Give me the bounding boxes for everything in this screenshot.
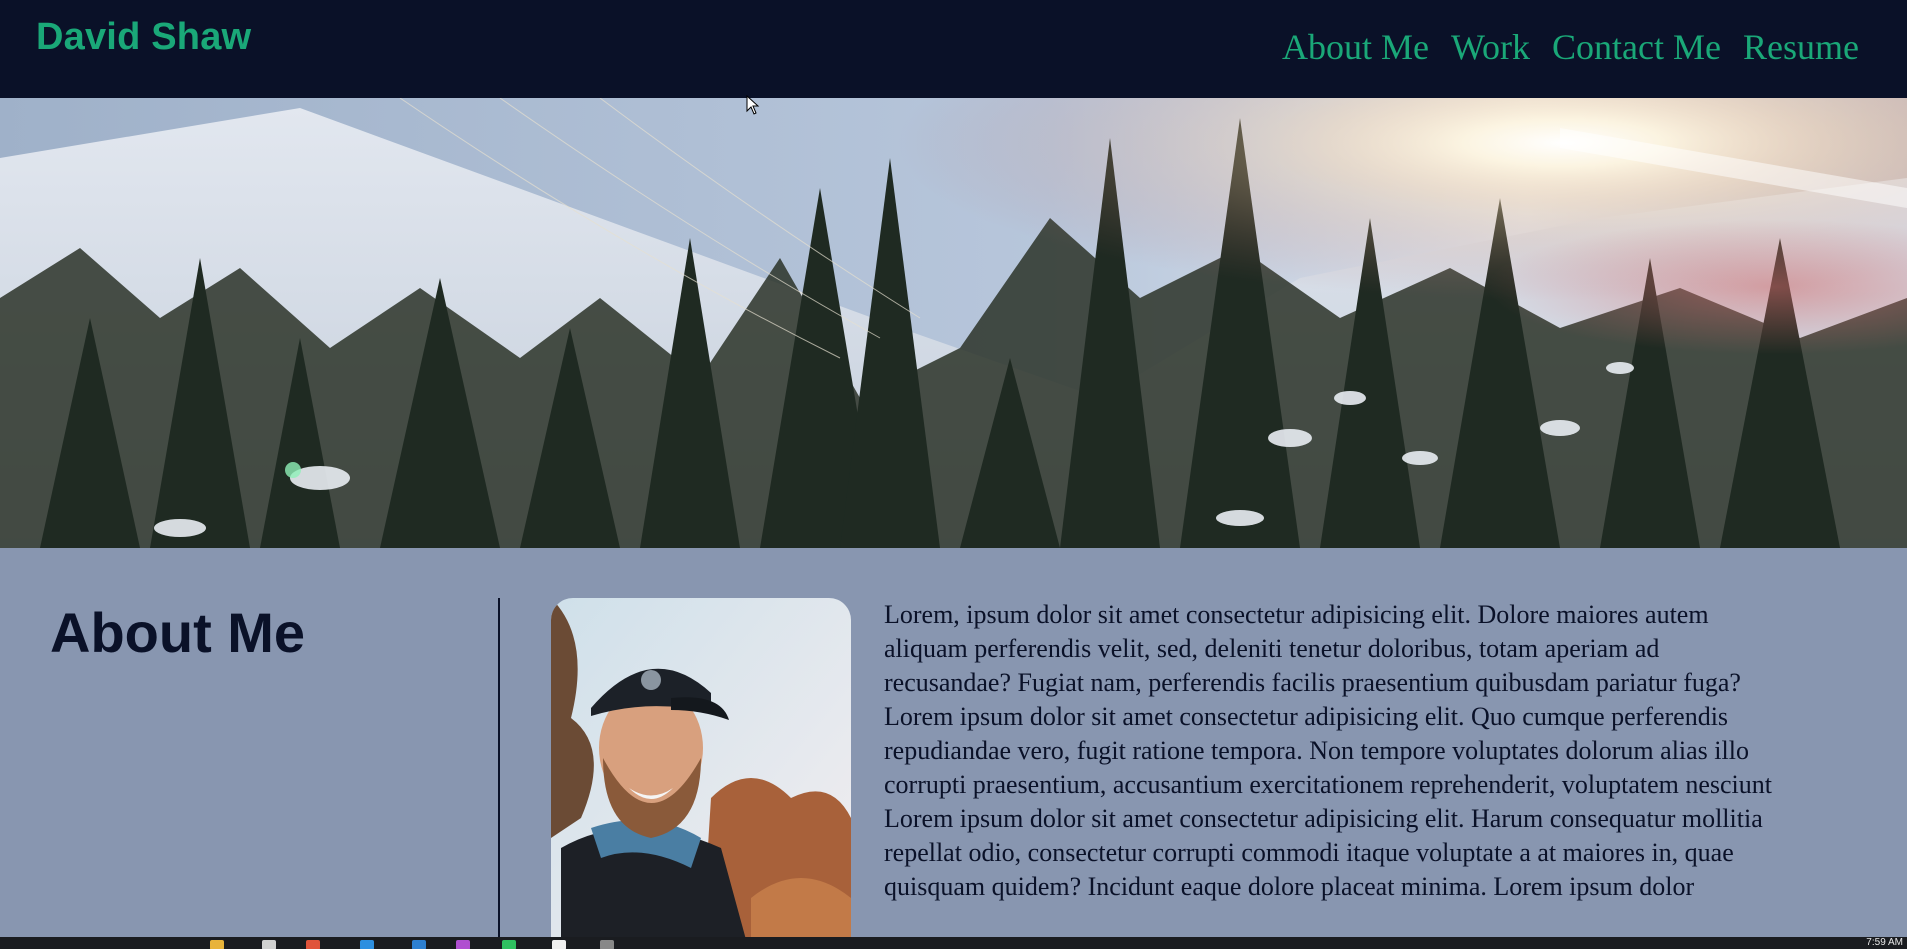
main-nav: About Me Work Contact Me Resume bbox=[1282, 26, 1859, 68]
nav-work[interactable]: Work bbox=[1451, 26, 1530, 68]
nav-about-me[interactable]: About Me bbox=[1282, 26, 1429, 68]
site-header: David Shaw About Me Work Contact Me Resu… bbox=[0, 0, 1907, 98]
section-divider bbox=[498, 598, 500, 937]
brand-link[interactable]: David Shaw bbox=[36, 16, 251, 59]
folder-icon[interactable] bbox=[210, 940, 224, 949]
about-heading: About Me bbox=[50, 601, 306, 664]
mountain-forest-banner-icon bbox=[0, 98, 1907, 548]
taskbar-clock[interactable]: 7:59 AM bbox=[1866, 937, 1903, 949]
media-icon[interactable] bbox=[456, 940, 470, 949]
hero-banner-image bbox=[0, 98, 1907, 548]
profile-photo bbox=[551, 598, 851, 937]
terminal-icon[interactable] bbox=[412, 940, 426, 949]
app-icon[interactable] bbox=[262, 940, 276, 949]
settings-icon[interactable] bbox=[600, 940, 614, 949]
about-bio-text: Lorem, ipsum dolor sit amet consectetur … bbox=[884, 600, 1772, 901]
editor-icon[interactable] bbox=[360, 940, 374, 949]
nav-resume[interactable]: Resume bbox=[1743, 26, 1859, 68]
profile-photo-icon bbox=[551, 598, 851, 937]
os-taskbar: 7:59 AM bbox=[0, 937, 1907, 949]
browser-icon[interactable] bbox=[306, 940, 320, 949]
about-section: About Me Lorem, ipsum dolor sit amet con… bbox=[0, 548, 1907, 937]
chrome-icon[interactable] bbox=[552, 940, 566, 949]
nav-contact-me[interactable]: Contact Me bbox=[1552, 26, 1721, 68]
chat-icon[interactable] bbox=[502, 940, 516, 949]
mouse-cursor-icon bbox=[746, 95, 760, 115]
browser-viewport: David Shaw About Me Work Contact Me Resu… bbox=[0, 0, 1907, 937]
